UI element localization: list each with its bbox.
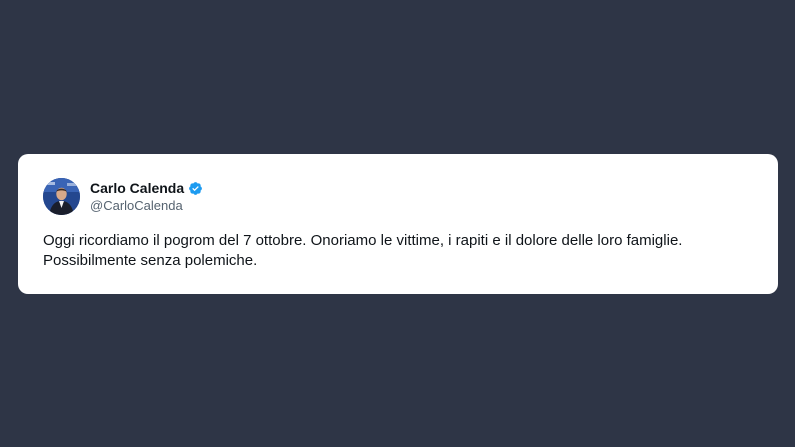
tweet-text-line-2: Possibilmente senza polemiche. [43, 252, 258, 269]
author-handle[interactable]: @CarloCalenda [90, 198, 183, 214]
avatar-photo [43, 178, 80, 215]
tweet-text-line-1: Oggi ricordiamo il pogrom del 7 ottobre.… [43, 232, 683, 249]
tweet-card: Carlo Calenda @CarloCalenda Oggi ricordi… [18, 154, 778, 294]
tweet-text: Oggi ricordiamo il pogrom del 7 ottobre.… [43, 231, 758, 271]
author-display-name[interactable]: Carlo Calenda [90, 179, 184, 197]
author-row: Carlo Calenda [90, 179, 203, 197]
verified-badge-icon [188, 181, 203, 196]
avatar[interactable] [43, 178, 80, 215]
